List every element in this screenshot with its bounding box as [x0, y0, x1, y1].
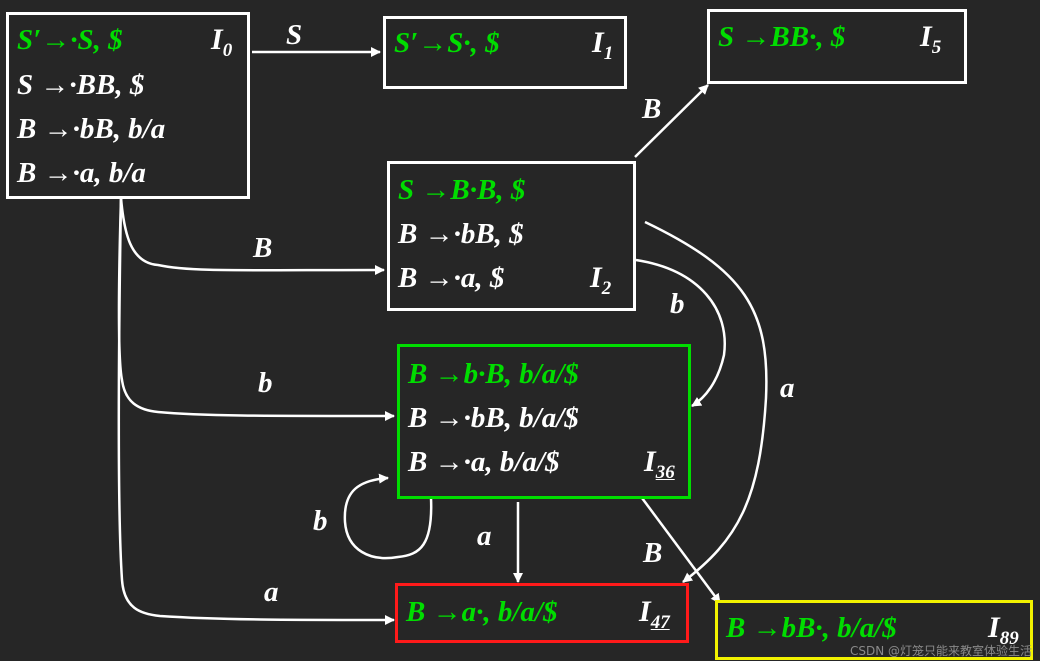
item-text: S′→·S, $	[17, 24, 123, 56]
item-text: B →·a, $	[398, 262, 505, 294]
item-text: B →·bB, b/a	[17, 113, 166, 145]
item-text: S →BB·, $	[718, 21, 846, 53]
edge-label-I2-I47: a	[780, 372, 795, 404]
state-I0: S′→·S, $ S →·BB, $ B →·bB, b/a B →·a, b/…	[6, 12, 250, 199]
edge-label-I36-I89: B	[643, 537, 663, 569]
item-text: B →·a, b/a	[17, 157, 146, 189]
state-I36: B →b·B, b/a/$ B →·bB, b/a/$ B →·a, b/a/$…	[397, 344, 691, 499]
item-text: S′→S·, $	[394, 27, 500, 59]
state-label-subscript: 36	[655, 462, 675, 483]
state-label: I47	[639, 595, 670, 640]
state-label-name: I	[211, 23, 223, 56]
edge-label-I0-I1: S	[286, 19, 303, 51]
item-text: S →B·B, $	[398, 174, 526, 206]
state-label-subscript: 1	[603, 43, 614, 64]
state-label: I0	[211, 23, 232, 68]
edge-label-I2-I36: b	[670, 288, 685, 320]
state-I5: S →BB·, $ I5	[707, 9, 967, 84]
item-text: B →·bB, $	[398, 218, 524, 250]
edge-I0-I36	[117, 197, 395, 421]
state-label-name: I	[920, 20, 932, 53]
item-text: B →bB·, b/a/$	[726, 612, 897, 644]
state-I1: S′→S·, $ I1	[383, 16, 627, 89]
edge-label-I0-I36: b	[258, 367, 273, 399]
item-text: B →b·B, b/a/$	[408, 358, 579, 390]
state-label-name: I	[988, 611, 1000, 644]
edge-label-I36-loop: b	[313, 505, 328, 537]
state-label-name: I	[644, 445, 656, 478]
state-label-subscript: 2	[601, 278, 612, 299]
csdn-watermark: CSDN @灯笼只能来教室体验生活	[849, 644, 1032, 658]
state-label-name: I	[590, 261, 602, 294]
state-label-subscript: 47	[650, 612, 670, 633]
state-I47: B →a·, b/a/$ I47	[395, 583, 689, 643]
item-text: S →·BB, $	[17, 69, 145, 101]
edge-label-I0-I2: B	[253, 232, 273, 264]
state-label: I2	[590, 261, 611, 306]
item-text: B →·bB, b/a/$	[408, 402, 579, 434]
state-I2: S →B·B, $ B →·bB, $ B →·a, $ I2	[387, 161, 636, 311]
state-label-subscript: 5	[931, 37, 942, 58]
state-label-name: I	[592, 26, 604, 59]
edge-label-I36-I47: a	[477, 520, 492, 552]
state-label: I36	[644, 445, 675, 490]
state-label: I5	[920, 20, 941, 65]
item-text: B →a·, b/a/$	[406, 596, 558, 628]
state-label: I1	[592, 26, 613, 71]
item-text: B →·a, b/a/$	[408, 446, 560, 478]
edge-label-I0-I47: a	[264, 576, 279, 608]
edge-label-I2-I5: B	[642, 93, 662, 125]
state-label-subscript: 0	[222, 40, 233, 61]
state-label-name: I	[639, 595, 651, 628]
